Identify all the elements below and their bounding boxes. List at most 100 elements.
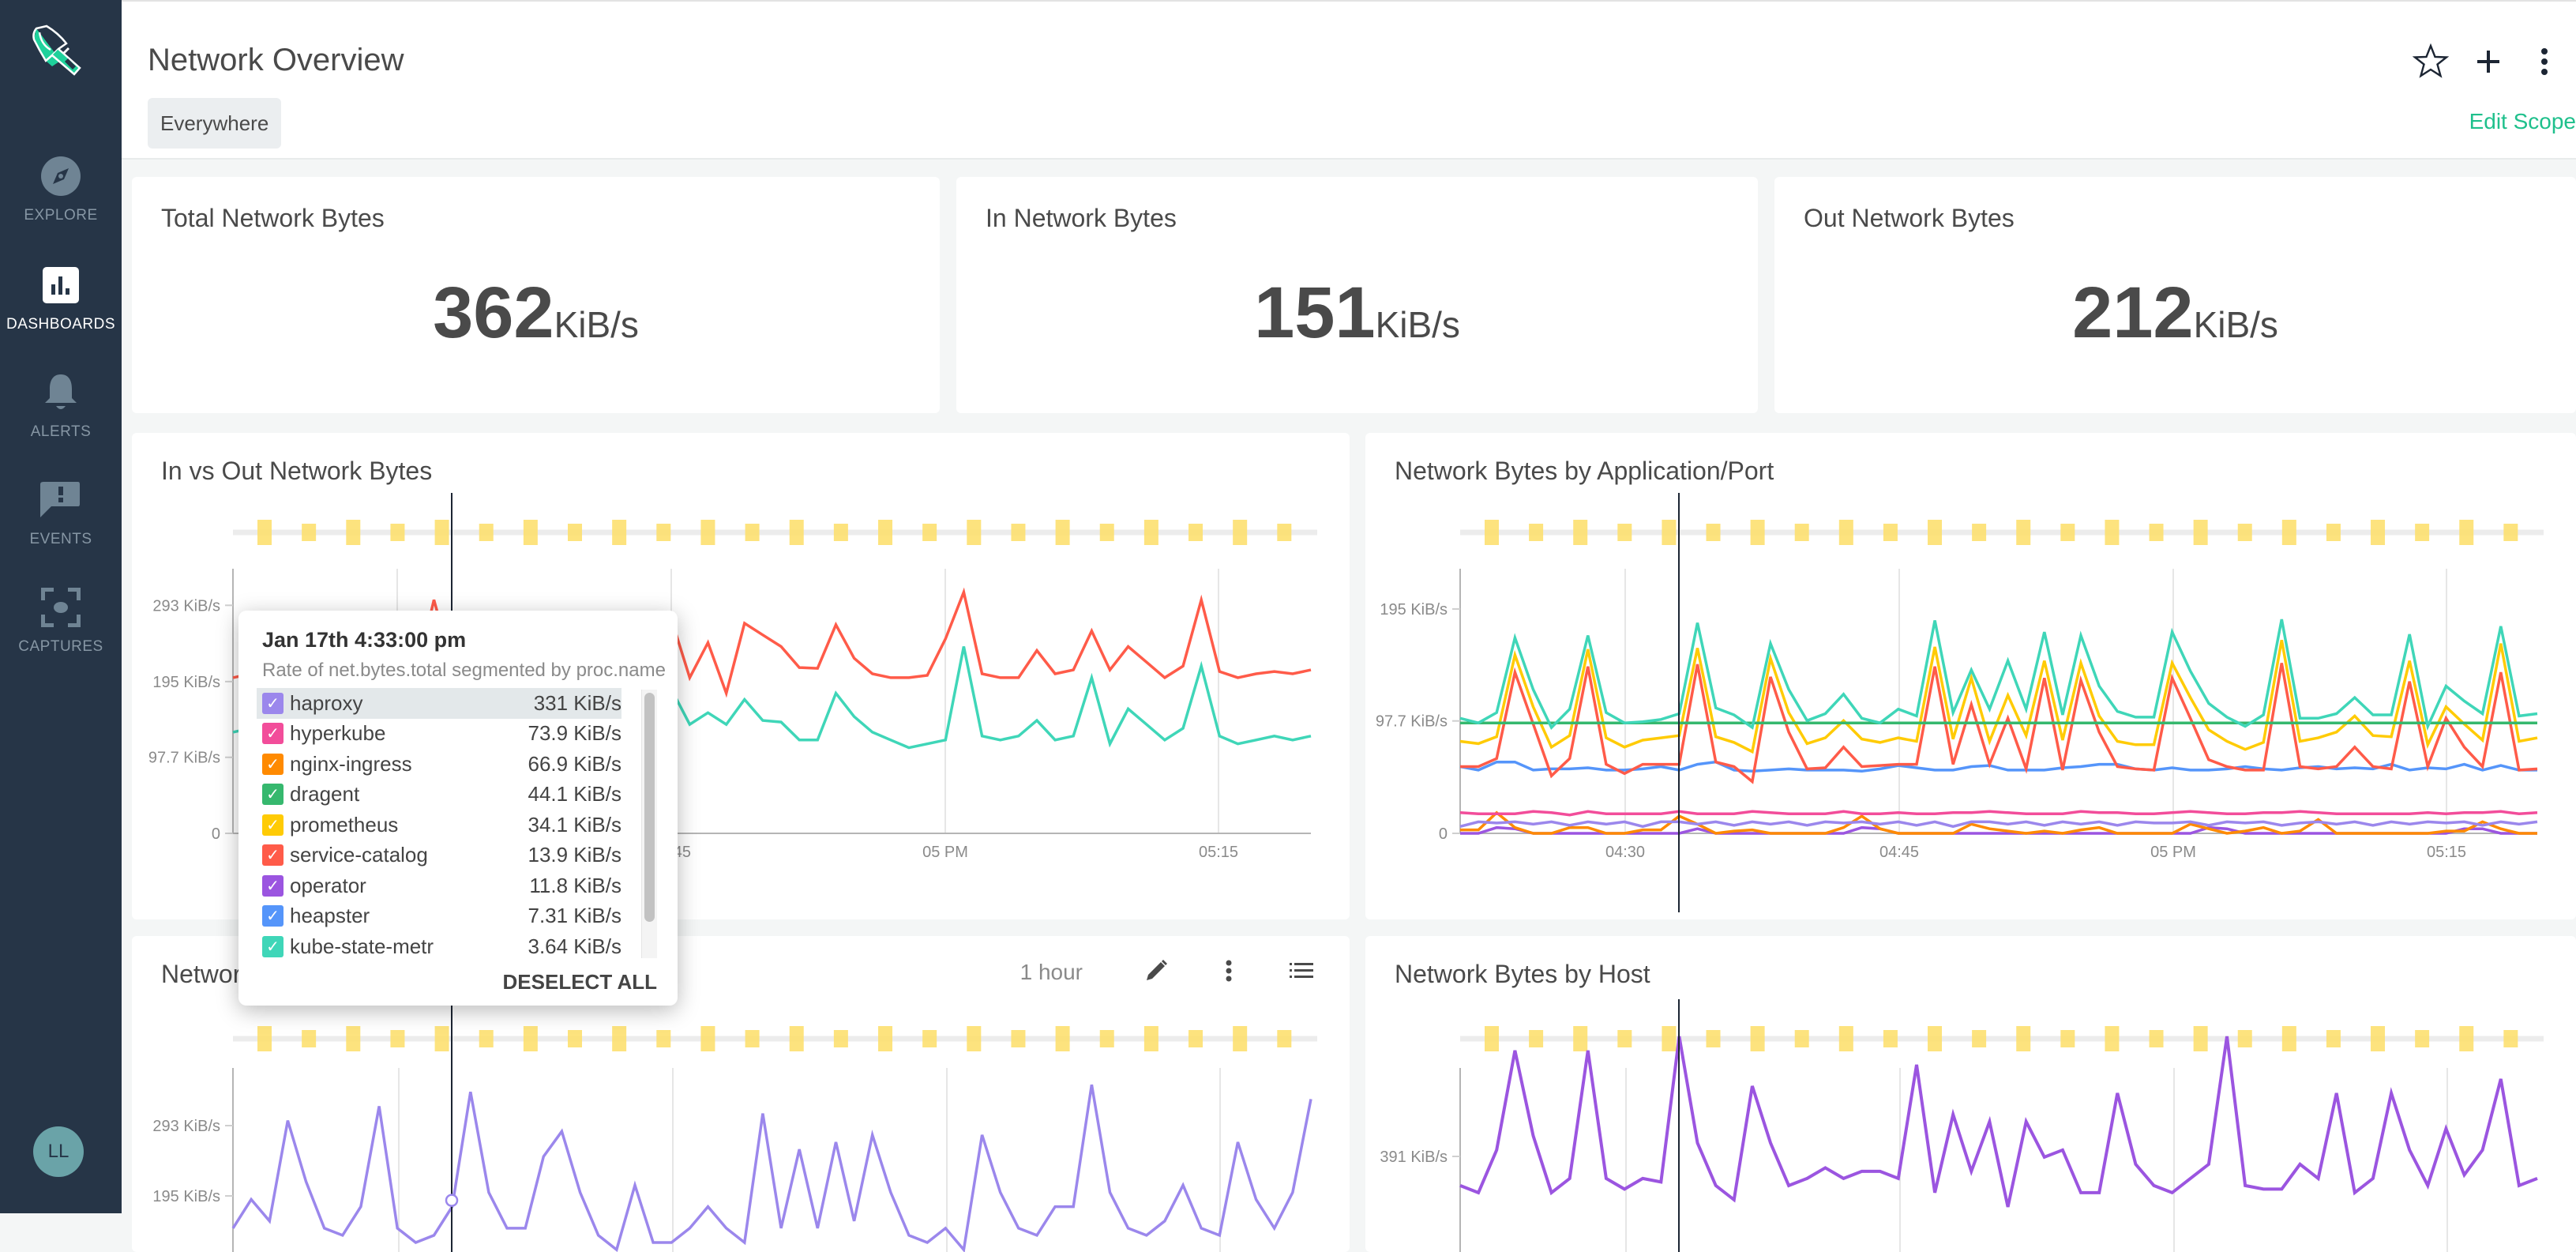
event-marker [390,524,405,541]
event-marker [2149,1030,2164,1047]
event-marker [1662,520,1677,545]
tooltip-scrollbar-thumb[interactable] [644,693,655,922]
event-marker [2281,1026,2296,1051]
event-marker [257,1026,272,1051]
event-marker [1529,524,1544,541]
event-marker [1233,520,1248,545]
event-marker [257,520,272,545]
chat-alert-icon [39,479,82,521]
series-name: haproxy [290,690,363,715]
y-tick-label: 97.7 KiB/s [1376,713,1448,731]
add-button[interactable] [2466,41,2510,85]
series-name: operator [290,873,366,897]
event-marker [1055,1026,1070,1051]
panel-host: Network Bytes by Host 391 KiB/s [1365,936,2576,1252]
sidebar-item-captures[interactable]: CAPTURES [0,586,122,673]
shovel-logo[interactable] [28,17,92,81]
series-name: service-catalog [290,843,428,867]
deselect-all-button[interactable]: DESELECT ALL [503,970,657,994]
sidebar-item-label: CAPTURES [18,638,103,655]
series-checkbox[interactable]: ✓ [262,753,284,775]
event-marker [1055,520,1070,545]
sidebar-item-alerts[interactable]: ALERTS [0,371,122,458]
tooltip-row-operator[interactable]: ✓ operator 11.8 KiB/s [257,870,621,901]
x-tick-label: 05 PM [2150,844,2196,861]
tooltip-series-list: ✓ haproxy 331 KiB/s ✓ hyperkube 73.9 KiB/s ✓ ng… [257,688,621,962]
event-marker [1099,524,1114,541]
event-marker [434,520,449,545]
event-marker [922,524,937,541]
series-line-prometheus [1459,639,2538,754]
sidebar-item-label: DASHBOARDS [6,316,116,333]
x-tick-label: 05:15 [2427,844,2466,861]
tooltip-row-nginx-ingress[interactable]: ✓ nginx-ingress 66.9 KiB/s [257,749,621,780]
series-name: heapster [290,904,370,928]
bar-chart-icon [39,264,82,306]
event-marker [2105,1026,2120,1051]
event-marker [2060,524,2075,541]
avatar[interactable]: LL [33,1126,84,1177]
tooltip-row-haproxy[interactable]: ✓ haproxy 331 KiB/s [257,688,621,719]
x-tick-label: 04:30 [1605,844,1645,861]
event-marker [479,524,494,541]
plus-icon [2476,49,2501,78]
event-marker [523,520,538,545]
scope-chip[interactable]: Everywhere [148,98,282,149]
favorite-button[interactable] [2409,41,2453,85]
edit-scope-link[interactable]: Edit Scope [2469,109,2576,134]
event-marker [2503,524,2518,541]
y-tick-label: 195 KiB/s [152,674,220,691]
tooltip-row-dragent[interactable]: ✓ dragent 44.1 KiB/s [257,780,621,810]
host-chart[interactable]: 391 KiB/s [1365,936,2576,1252]
series-checkbox[interactable]: ✓ [262,874,284,897]
y-tick-label: 195 KiB/s [1380,601,1448,618]
event-marker [1794,524,1809,541]
series-checkbox[interactable]: ✓ [262,723,284,745]
series-name: dragent [290,782,360,806]
event-marker [1529,1030,1544,1047]
card-title: Out Network Bytes [1804,204,2015,232]
sidebar-item-explore[interactable]: EXPLORE [0,155,122,242]
panel-app-port: Network Bytes by Application/Port 0 97.7 … [1365,433,2576,919]
x-tick-label: 05 PM [922,844,968,861]
series-line-haproxy [1459,820,2538,829]
event-marker [346,1026,361,1051]
sidebar-item-dashboards[interactable]: DASHBOARDS [0,264,122,351]
event-marker [479,1030,494,1047]
tooltip-row-service-catalog[interactable]: ✓ service-catalog 13.9 KiB/s [257,840,621,871]
app-port-chart[interactable]: 0 97.7 KiB/s 195 KiB/s 04:30 04:45 05 PM 05:15 [1365,433,2576,919]
more-options-button[interactable] [2522,41,2567,85]
series-checkbox[interactable]: ✓ [262,935,284,957]
tooltip-subtitle: Rate of net.bytes.total segmented by pro… [262,660,666,681]
series-name: prometheus [290,812,399,837]
tooltip-row-kube-state-metr[interactable]: ✓ kube-state-metr 3.64 KiB/s [257,931,621,962]
series-checkbox[interactable]: ✓ [262,844,284,867]
series-checkbox[interactable]: ✓ [262,905,284,927]
series-checkbox[interactable]: ✓ [262,784,284,806]
tooltip-row-hyperkube[interactable]: ✓ hyperkube 73.9 KiB/s [257,719,621,750]
event-marker [1277,1030,1292,1047]
event-marker [2326,1030,2341,1047]
event-marker [1928,1026,1943,1051]
tooltip-row-prometheus[interactable]: ✓ prometheus 34.1 KiB/s [257,810,621,840]
event-marker [922,1030,937,1047]
event-marker [700,520,715,545]
event-marker [700,1026,715,1051]
event-marker [568,1030,583,1047]
event-marker [1794,1030,1809,1047]
metric-unit: KiB/s [554,304,639,345]
series-name: hyperkube [290,721,386,746]
series-value: 13.9 KiB/s [528,843,621,867]
series-checkbox[interactable]: ✓ [262,692,284,714]
bell-icon [39,371,82,414]
tooltip-row-heapster[interactable]: ✓ heapster 7.31 KiB/s [257,901,621,932]
sidebar-item-events[interactable]: EVENTS [0,479,122,566]
more-vert-icon [2539,47,2550,80]
tooltip-scrollbar[interactable] [641,690,657,958]
event-marker [1143,520,1158,545]
series-checkbox[interactable]: ✓ [262,814,284,836]
event-marker [967,520,982,545]
event-marker [2281,520,2296,545]
event-marker [2371,1026,2386,1051]
event-marker [1750,1026,1765,1051]
